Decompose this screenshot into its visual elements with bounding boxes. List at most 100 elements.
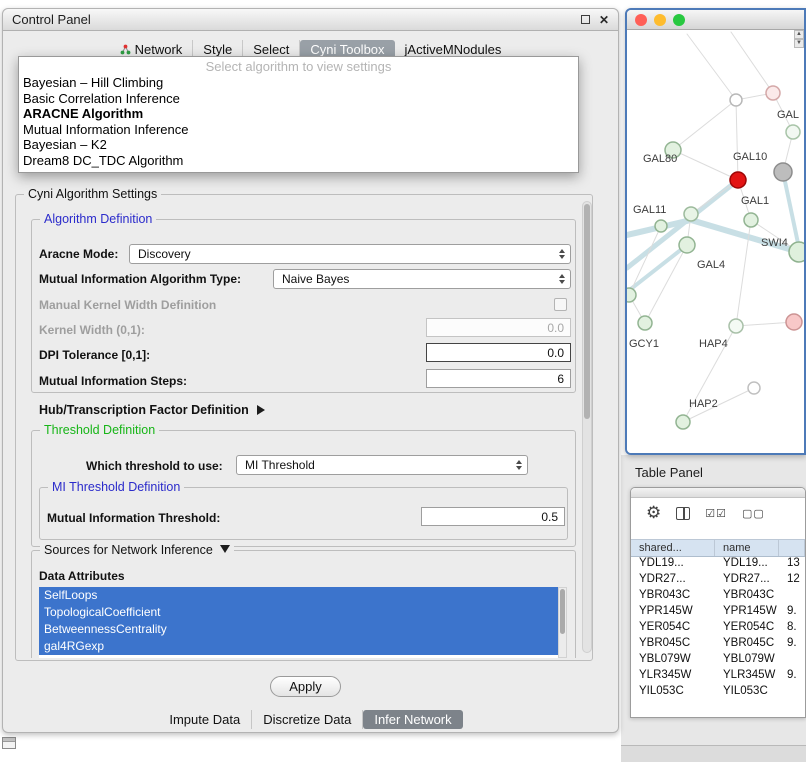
network-node-gal[interactable] [786, 125, 800, 139]
selected-value: Discovery [138, 247, 191, 261]
attribute-item[interactable]: SelfLoops [39, 587, 558, 604]
control-panel-titlebar[interactable]: Control Panel ✕ [3, 9, 618, 31]
network-node-gal1[interactable] [744, 213, 758, 227]
table-row[interactable]: YDL19...YDL19...13 [631, 557, 805, 573]
table-row[interactable]: YBR045CYBR045C9. [631, 637, 805, 653]
network-edge[interactable] [645, 245, 687, 323]
network-node[interactable] [774, 163, 792, 181]
table-row[interactable]: YDR27...YDR27...12 [631, 573, 805, 589]
mi-algorithm-type-label: Mutual Information Algorithm Type: [39, 272, 241, 286]
table-row[interactable]: YER054CYER054C8. [631, 621, 805, 637]
network-node-gal4[interactable] [679, 237, 695, 253]
scroll-up-icon[interactable]: ▲ [794, 30, 804, 39]
settings-scrollbar[interactable] [582, 201, 592, 653]
minimize-window-icon[interactable] [654, 14, 666, 26]
bottom-tab-impute-data[interactable]: Impute Data [158, 710, 252, 729]
network-node-swi4[interactable] [789, 242, 804, 262]
attribute-item[interactable]: BetweennessCentrality [39, 621, 558, 638]
network-edge[interactable] [736, 100, 738, 180]
network-node[interactable] [748, 382, 760, 394]
network-edge[interactable] [627, 180, 738, 268]
network-node[interactable] [766, 86, 780, 100]
bottom-tab-infer-network[interactable]: Infer Network [363, 710, 462, 729]
network-edge[interactable] [673, 150, 738, 180]
network-node-gal11[interactable] [655, 220, 667, 232]
attribute-item[interactable]: gal4RGexp [39, 638, 558, 655]
aracne-mode-label: Aracne Mode: [39, 247, 118, 261]
algorithm-option[interactable]: Mutual Information Inference [19, 122, 578, 138]
columns-icon[interactable] [676, 507, 690, 520]
tab-label: Cyni Toolbox [310, 42, 384, 57]
mi-threshold-label: Mutual Information Threshold: [47, 511, 220, 525]
scrollbar-thumb[interactable] [584, 204, 590, 419]
network-edge[interactable] [627, 245, 687, 292]
network-node-gal10[interactable] [730, 172, 746, 188]
table-cell [779, 685, 805, 701]
mi-algorithm-type-select[interactable]: Naive Bayes [273, 269, 571, 289]
kernel-width-field[interactable] [426, 318, 571, 337]
dpi-tolerance-field[interactable] [426, 343, 571, 362]
tab-label: Network [135, 42, 183, 57]
mi-threshold-field[interactable] [421, 507, 565, 526]
network-node-hap2[interactable] [676, 415, 690, 429]
window-title: Control Panel [12, 12, 91, 27]
table-cell [779, 653, 805, 669]
select-all-checkboxes-icon[interactable]: ☑☑ [705, 507, 727, 520]
attribute-item[interactable]: TopologicalCoefficient [39, 604, 558, 621]
clear-checkboxes-icon[interactable]: ▢▢ [742, 507, 765, 520]
close-window-icon[interactable] [635, 14, 647, 26]
column-header[interactable] [779, 540, 805, 556]
network-node[interactable] [684, 207, 698, 221]
gear-icon[interactable]: ⚙ [646, 503, 661, 523]
column-header[interactable]: name [715, 540, 779, 556]
algorithm-option[interactable]: ARACNE Algorithm [19, 106, 578, 122]
screen: Control Panel ✕ NetworkStyleSelectCyni T… [0, 0, 806, 762]
collapsed-panel-icon[interactable] [2, 737, 16, 749]
which-threshold-select[interactable]: MI Threshold [236, 455, 528, 475]
network-node-hap4[interactable] [729, 319, 743, 333]
node-label: GAL11 [633, 204, 666, 216]
apply-button[interactable]: Apply [270, 676, 341, 697]
network-node-gcy1[interactable] [638, 316, 652, 330]
table-row[interactable]: YLR345WYLR345W9. [631, 669, 805, 685]
table-window-titlebar[interactable] [631, 488, 805, 498]
algorithm-option[interactable]: Dream8 DC_TDC Algorithm [19, 153, 578, 169]
group-title: MI Threshold Definition [48, 480, 184, 494]
chevron-right-icon [257, 405, 265, 415]
attributes-scrollbar[interactable] [558, 587, 567, 658]
bottom-tab-discretize-data[interactable]: Discretize Data [252, 710, 363, 729]
network-edge[interactable] [731, 32, 773, 93]
node-label: GCY1 [629, 338, 659, 350]
algorithm-option[interactable]: Bayesian – K2 [19, 137, 578, 153]
close-icon[interactable]: ✕ [599, 15, 609, 25]
data-attributes-label: Data Attributes [39, 569, 125, 583]
float-window-icon[interactable] [581, 15, 590, 24]
zoom-window-icon[interactable] [673, 14, 685, 26]
manual-kernel-width-checkbox[interactable] [554, 298, 567, 311]
network-edge[interactable] [687, 34, 736, 100]
network-canvas[interactable]: GALGAL80GAL10GAL1GAL11SWI4GAL4HAP4GCY1HA… [627, 30, 804, 453]
table-row[interactable]: YBL079WYBL079W [631, 653, 805, 669]
table-row[interactable]: YBR043CYBR043C [631, 589, 805, 605]
network-node[interactable] [786, 314, 802, 330]
table-row[interactable]: YIL053CYIL053C [631, 685, 805, 701]
scroll-down-icon[interactable]: ▼ [794, 39, 804, 48]
table-row[interactable]: YPR145WYPR145W9. [631, 605, 805, 621]
sources-title: Sources for Network Inference [44, 543, 213, 557]
scrollbar-thumb[interactable] [560, 589, 565, 634]
table-cell: YBL079W [715, 653, 779, 669]
sources-toggle[interactable]: Sources for Network Inference [40, 543, 234, 557]
hub-section-toggle[interactable]: Hub/Transcription Factor Definition [39, 403, 265, 417]
network-node[interactable] [627, 288, 636, 302]
network-edge[interactable] [673, 100, 736, 150]
algorithm-option[interactable]: Basic Correlation Inference [19, 91, 578, 107]
control-panel-window: Control Panel ✕ NetworkStyleSelectCyni T… [2, 8, 619, 733]
network-window-titlebar[interactable] [627, 10, 804, 30]
mi-steps-field[interactable] [426, 369, 571, 388]
aracne-mode-select[interactable]: Discovery [129, 244, 571, 264]
table-cell: YPR145W [631, 605, 715, 621]
column-header[interactable]: shared... [631, 540, 715, 556]
table-cell: 13 [779, 557, 805, 573]
network-node[interactable] [730, 94, 742, 106]
algorithm-option[interactable]: Bayesian – Hill Climbing [19, 75, 578, 91]
